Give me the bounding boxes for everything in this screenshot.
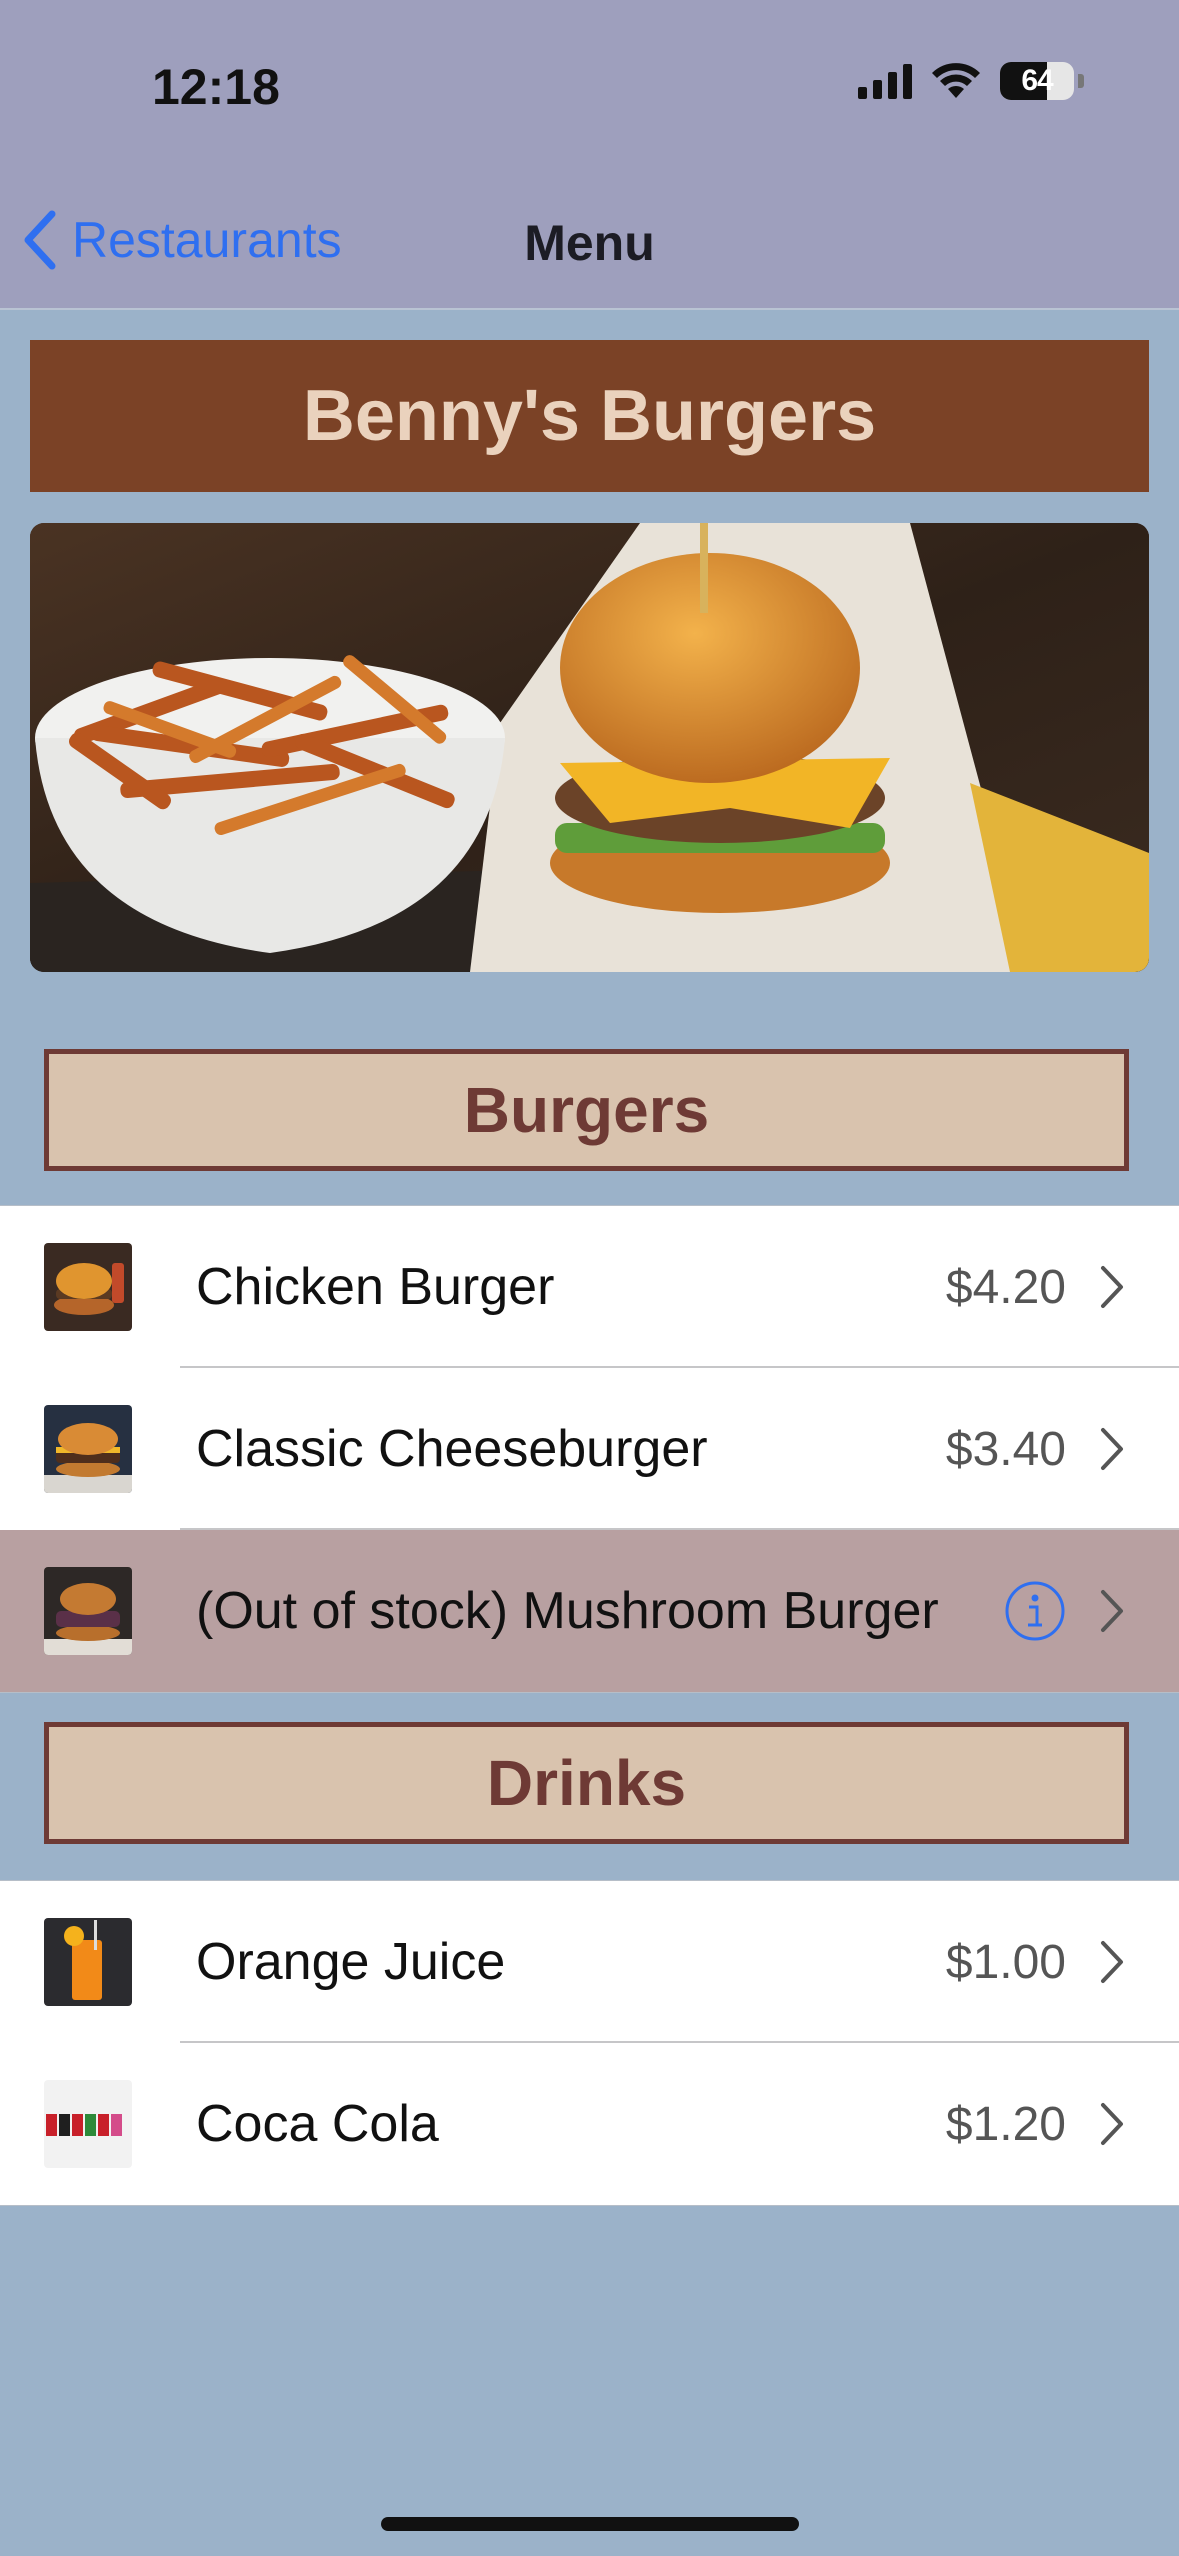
chevron-right-icon [1101, 1266, 1123, 1308]
item-thumbnail [44, 1405, 132, 1493]
item-price: $1.00 [945, 1935, 1066, 1989]
item-price: $1.20 [945, 2097, 1066, 2151]
item-price: $4.20 [945, 1260, 1066, 1314]
item-name: Classic Cheeseburger [196, 1420, 708, 1478]
item-thumbnail [44, 1243, 132, 1331]
restaurant-hero-image [30, 523, 1149, 972]
section-title: Burgers [463, 1074, 710, 1146]
item-name: Coca Cola [196, 2095, 439, 2153]
chevron-right-icon [1101, 1590, 1123, 1632]
status-time: 12:18 [152, 59, 280, 115]
chevron-right-icon [1101, 1428, 1123, 1470]
item-name: Chicken Burger [196, 1258, 555, 1316]
info-icon[interactable] [1004, 1580, 1066, 1642]
item-name: Orange Juice [196, 1933, 506, 1991]
cellular-signal-icon [858, 63, 912, 99]
menu-item-row[interactable]: Classic Cheeseburger $3.40 [0, 1368, 1179, 1530]
item-price: $3.40 [945, 1422, 1066, 1476]
item-thumbnail [44, 1567, 132, 1655]
wifi-icon [932, 63, 980, 98]
section-header-drinks: Drinks [44, 1722, 1129, 1844]
chevron-right-icon [1101, 2103, 1123, 2145]
home-indicator[interactable] [381, 2517, 799, 2531]
menu-item-row[interactable]: Coca Cola $1.20 [0, 2043, 1179, 2205]
item-thumbnail [44, 2080, 132, 2168]
restaurant-name: Benny's Burgers [302, 376, 877, 456]
menu-item-row[interactable]: Chicken Burger $4.20 [0, 1206, 1179, 1368]
section-header-burgers: Burgers [44, 1049, 1129, 1171]
battery-icon: 64 [1000, 62, 1074, 100]
navigation-bar: 12:18 64 Restaurants Menu [0, 0, 1179, 310]
menu-list-drinks: Orange Juice $1.00 Coca Cola $1.20 [0, 1880, 1179, 2206]
item-thumbnail [44, 1918, 132, 2006]
status-icons: 64 [858, 62, 1084, 100]
menu-item-row[interactable]: Orange Juice $1.00 [0, 1881, 1179, 2043]
page-title: Menu [524, 215, 655, 271]
menu-list-burgers: Chicken Burger $4.20 Classic Cheeseburge… [0, 1205, 1179, 1693]
section-title: Drinks [486, 1747, 687, 1819]
chevron-right-icon [1101, 1941, 1123, 1983]
battery-cap [1078, 74, 1084, 88]
menu-item-row-out-of-stock[interactable]: (Out of stock) Mushroom Burger [0, 1530, 1179, 1692]
item-name: (Out of stock) Mushroom Burger [196, 1582, 939, 1640]
restaurant-banner: Benny's Burgers [30, 340, 1149, 492]
battery-level: 64 [1021, 64, 1053, 97]
